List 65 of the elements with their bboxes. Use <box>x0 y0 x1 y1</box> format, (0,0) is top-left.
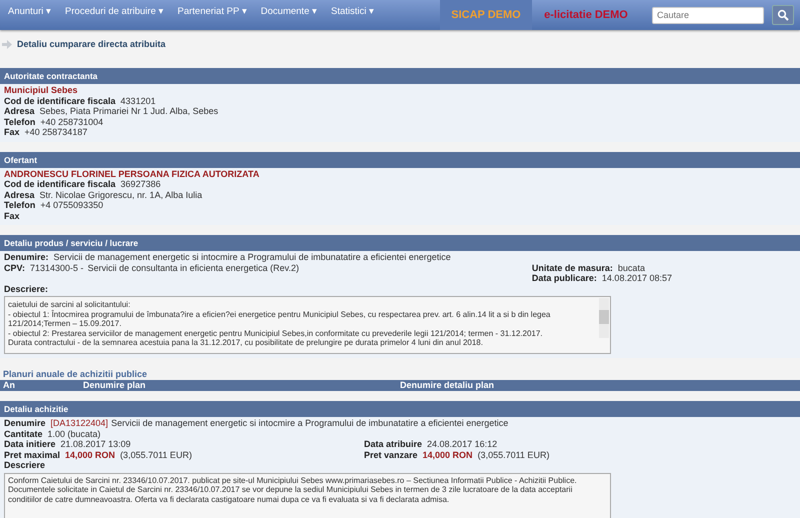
description-text: Conform Caietului de Sarcini nr. 23346/10.07.2017. publicat pe site-ul Municipiului Sebes www.primariasebes.ro – Sectiunea Informatii Publice - Achizitii Publice. Documentele solicitate in Caietul de Sarcini nr. 23346/10.07.2017 se vor depune la sediul Municipiului Sebes in termen de 3 zile lucratoare de la data acceptarii conditiilor de catre dumneavoastra. Oferta va fi declarata castigatoare numai dupa ce va fi evaluata si va fi declarata admisa. <box>7 474 578 506</box>
column-header: Denumire plan <box>83 380 147 391</box>
menu-item[interactable]: Statistici ▾ <box>331 5 374 17</box>
field-label: Cod de identificare fiscala <box>4 179 116 189</box>
organization-name: ANDRONESCU FLORINEL PERSOANA FIZICA AUTORIZATA <box>4 168 260 179</box>
search-field[interactable]: Cautare <box>652 6 764 24</box>
field-label: Pret maximal <box>4 450 60 460</box>
menu-item[interactable]: Anunturi ▾ <box>8 5 52 17</box>
demo-link[interactable]: e-licitatie DEMO <box>532 0 640 30</box>
field-label: Adresa <box>4 190 35 200</box>
field-value: Sebes, Piata Primariei Nr 1 Jud. Alba, Sebes <box>40 106 218 116</box>
field-label: Data initiere <box>4 439 56 449</box>
field-value: Servicii de consultanta in eficienta energetica (Rev.2) <box>88 262 300 272</box>
field-value: Servicii de management energetic si intocmire a Programului de imbunatatire a eficientei energetice <box>54 252 451 262</box>
column-header: An <box>3 380 16 391</box>
field-label: Fax <box>4 127 20 137</box>
demo-link[interactable]: SICAP DEMO <box>440 0 532 30</box>
field-value: +40 258734187 <box>24 127 88 137</box>
field-value: 1.00 (bucata) <box>48 428 101 438</box>
section-header: Autoritate contractanta <box>0 68 800 84</box>
organization-name: Municipiul Sebes <box>4 85 79 96</box>
price-ron: 14,000 RON <box>422 450 473 460</box>
field-label: Descriere: <box>4 284 48 294</box>
field-value: Servicii de management energetic si intocmire a Programului de imbunatatire a eficientei energetice <box>111 418 508 428</box>
field-label: Cod de identificare fiscala <box>4 96 116 106</box>
field-value: 36927386 <box>120 179 161 189</box>
section-header: Detaliu produs / serviciu / lucrare <box>0 235 800 251</box>
field-label: Denumire <box>4 418 46 428</box>
section-title: Planuri anuale de achizitii publice <box>2 368 148 380</box>
field-value: 14.08.2017 08:57 <box>602 273 672 283</box>
field-label: Denumire: <box>4 252 49 262</box>
menu-item[interactable]: Parteneriat PP ▾ <box>178 5 247 17</box>
field-value: Str. Nicolae Grigorescu, nr. 1A, Alba Iulia <box>40 190 202 200</box>
field-value: +4 0755093350 <box>40 200 104 210</box>
search-button[interactable] <box>772 5 794 25</box>
price-ron: 14,000 RON <box>65 450 116 460</box>
cpv-code: 71314300-5 - <box>30 262 84 272</box>
price-eur: (3,055.7011 EUR) <box>120 450 192 460</box>
field-label: Data atribuire <box>364 439 422 449</box>
page-title: Detaliu cumparare directa atribuita <box>17 39 166 49</box>
description-text: caietului de sarcini al solicitantului: - obiectul 1: Întocmirea programului de îmbunata?ire a eficien?ei energetice pentru Municipiul Sebes, cu respectarea prev. art. 6 alin.14 lit a si b din legea 121/2014;Termen – 15.09.2017. - obiectul 2: Prestarea serviciilor de management energetic pentru Municipiul Sebes,in conformitate cu prevederile legii 121/2014; termen - 31.12.2017. Durata contractului - de la semnarea acestuia pana la 31.12.2017, cu posibilitate de prelungire pe durata primelor 4 luni din anul 2018. <box>7 299 552 349</box>
field-value: 21.08.2017 13:09 <box>60 439 131 449</box>
menu-item[interactable]: Documente ▾ <box>260 5 317 17</box>
field-label: Adresa <box>4 106 35 116</box>
field-label: Data publicare: <box>532 273 597 283</box>
field-value: bucata <box>618 262 645 272</box>
section-header: Ofertant <box>0 152 800 168</box>
price-eur: (3,055.7011 EUR) <box>478 450 550 460</box>
field-label: Fax <box>4 210 20 220</box>
arrow-icon <box>2 40 12 48</box>
column-header: Denumire detaliu plan <box>400 380 494 391</box>
reference-code: [DA13122404] <box>50 418 108 428</box>
field-label: Telefon <box>4 116 36 126</box>
field-label: Telefon <box>4 200 36 210</box>
field-label: Pret vanzare <box>364 450 418 460</box>
field-value: 4331201 <box>120 96 156 106</box>
search-icon <box>777 9 789 21</box>
field-label: CPV: <box>4 262 26 272</box>
field-label: Unitate de masura: <box>532 262 613 272</box>
field-label: Cantitate <box>4 428 43 438</box>
field-value: +40 258731004 <box>40 116 104 126</box>
field-label: Descriere <box>4 460 46 470</box>
section-header: Detaliu achizitie <box>0 401 800 417</box>
field-value: 24.08.2017 16:12 <box>427 439 498 449</box>
menu-item[interactable]: Proceduri de atribuire ▾ <box>65 5 164 17</box>
